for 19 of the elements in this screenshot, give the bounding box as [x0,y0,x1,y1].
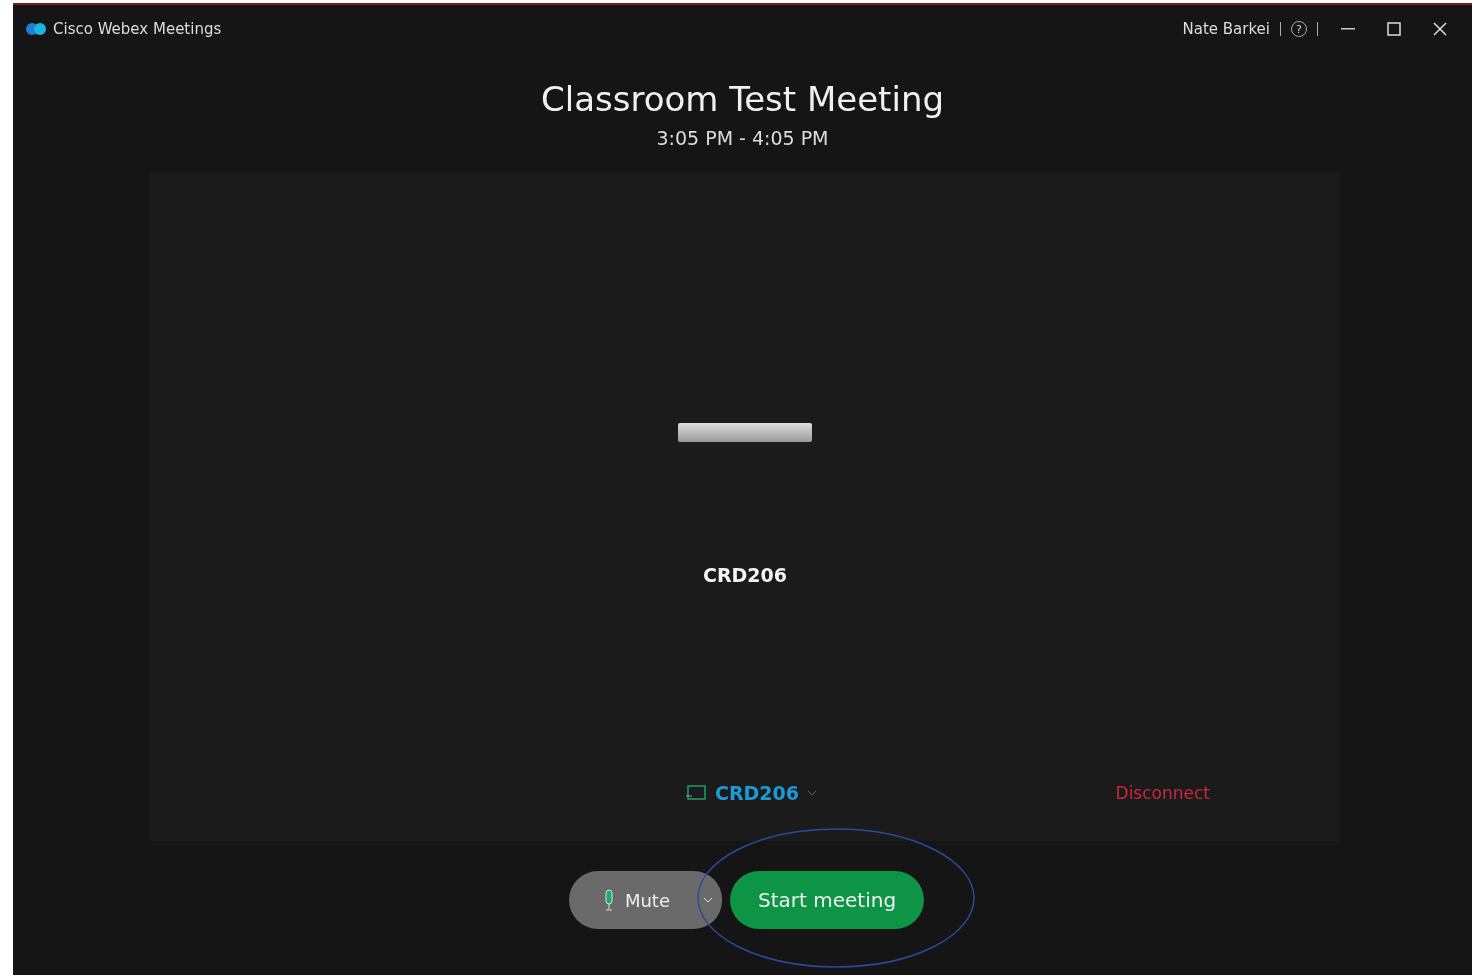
audio-options-button[interactable] [694,871,722,929]
maximize-icon [1387,22,1401,36]
microphone-icon [602,889,615,911]
device-selector[interactable]: CRD206 [685,782,817,804]
minimize-icon [1341,28,1355,30]
disconnect-link[interactable]: Disconnect [1115,783,1210,803]
close-icon [1433,22,1447,36]
device-name: CRD206 [703,564,787,586]
start-meeting-button[interactable]: Start meeting [730,871,925,929]
meeting-title: Classroom Test Meeting [540,79,945,119]
screen-icon [685,785,707,801]
chevron-down-icon [703,896,713,904]
chevron-down-icon [807,789,817,797]
mute-button[interactable]: Mute [568,871,694,929]
app-title: Cisco Webex Meetings [53,20,222,38]
user-name[interactable]: Nate Barkei [1182,20,1270,38]
meeting-time: 3:05 PM - 4:05 PM [656,127,829,149]
video-device-icon [678,423,812,442]
logo-icon [25,21,47,37]
